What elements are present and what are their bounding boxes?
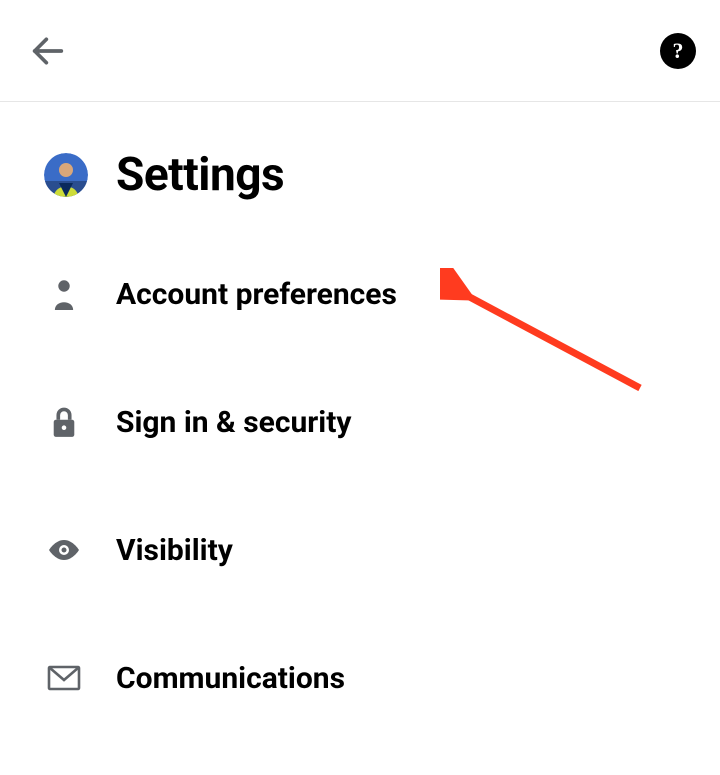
help-icon: ? xyxy=(673,38,684,64)
menu-item-account-preferences[interactable]: Account preferences xyxy=(44,276,676,312)
settings-menu: Account preferences Sign in & security xyxy=(44,276,676,696)
arrow-left-icon xyxy=(28,31,68,71)
help-button[interactable]: ? xyxy=(660,33,696,69)
page-title: Settings xyxy=(116,148,284,202)
menu-item-label: Sign in & security xyxy=(116,406,351,439)
avatar[interactable] xyxy=(44,153,88,197)
menu-item-visibility[interactable]: Visibility xyxy=(44,532,676,568)
eye-icon xyxy=(46,532,82,568)
menu-item-label: Visibility xyxy=(116,534,233,567)
avatar-image xyxy=(44,153,88,197)
mail-icon xyxy=(46,660,82,696)
menu-item-label: Communications xyxy=(116,662,345,695)
person-icon xyxy=(46,276,82,312)
lock-icon xyxy=(46,404,82,440)
menu-item-communications[interactable]: Communications xyxy=(44,660,676,696)
menu-item-sign-in-security[interactable]: Sign in & security xyxy=(44,404,676,440)
title-row: Settings xyxy=(44,148,676,202)
top-bar: ? xyxy=(0,0,720,102)
back-button[interactable] xyxy=(24,27,72,75)
settings-content: Settings Account preferences Sign in & s… xyxy=(0,102,720,696)
menu-item-label: Account preferences xyxy=(116,278,397,311)
